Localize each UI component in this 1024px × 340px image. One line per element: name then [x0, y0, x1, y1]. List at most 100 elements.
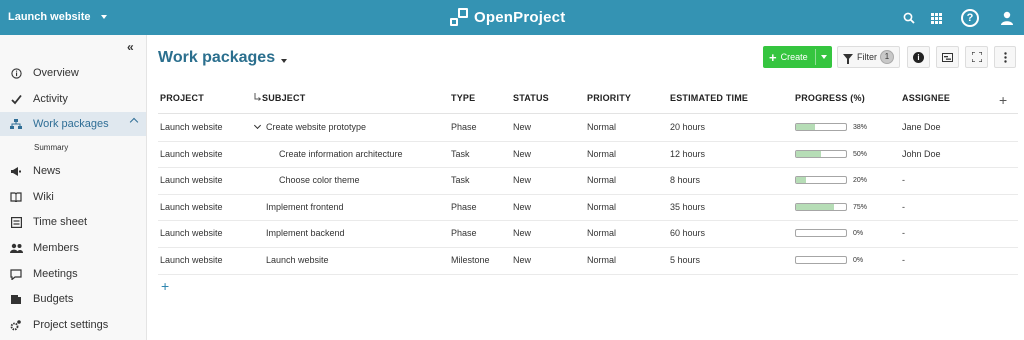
- project-selector[interactable]: Launch website: [8, 11, 107, 23]
- sidebar-subitem-summary[interactable]: Summary: [34, 143, 68, 152]
- sidebar-item-label: Members: [33, 242, 79, 254]
- timesheet-icon: [9, 215, 23, 229]
- sidebar-item-label: Project settings: [33, 319, 109, 331]
- chevron-down-icon[interactable]: [100, 15, 107, 19]
- progress-bar: [795, 176, 847, 185]
- column-header-project[interactable]: PROJECT: [160, 93, 204, 103]
- cell-subject[interactable]: Launch website: [266, 255, 329, 265]
- cell-subject[interactable]: Implement backend: [266, 228, 345, 238]
- apps-grid-icon[interactable]: [926, 8, 946, 28]
- filter-button-label: Filter: [857, 52, 877, 62]
- add-work-package-icon[interactable]: +: [161, 278, 169, 294]
- cell-subject[interactable]: Create information architecture: [279, 149, 403, 159]
- sidebar-item-label: Budgets: [33, 293, 74, 305]
- filter-icon: [843, 54, 853, 64]
- top-header: Launch website OpenProject ?: [0, 0, 1024, 35]
- column-header-assignee[interactable]: ASSIGNEE: [902, 93, 950, 103]
- column-header-progress[interactable]: PROGRESS (%): [795, 93, 865, 103]
- cell-assignee: -: [902, 201, 905, 212]
- fullscreen-icon: [971, 52, 982, 62]
- cell-project: Launch website: [160, 175, 223, 186]
- cell-estimated: 8 hours: [670, 175, 701, 186]
- column-header-status[interactable]: STATUS: [513, 93, 549, 103]
- user-icon[interactable]: [997, 8, 1017, 28]
- budget-icon: [9, 292, 23, 306]
- column-header-priority[interactable]: PRIORITY: [587, 93, 631, 103]
- column-header-estimated-time[interactable]: ESTIMATED TIME: [670, 93, 748, 103]
- sidebar-item-overview[interactable]: Overview: [0, 61, 146, 85]
- cell-status: New: [513, 255, 532, 265]
- progress-fill: [796, 177, 806, 184]
- header-divider: [158, 113, 1018, 114]
- more-vertical-icon: [1003, 51, 1007, 63]
- search-icon[interactable]: [899, 8, 919, 28]
- sidebar-item-label: Wiki: [33, 191, 54, 203]
- progress-percent: 0%: [853, 230, 864, 238]
- sidebar-item-activity[interactable]: Activity: [0, 87, 146, 111]
- button-divider: [815, 49, 816, 65]
- cell-assignee: Jane Doe: [902, 122, 941, 132]
- cell-project: Launch website: [160, 255, 223, 265]
- sidebar-item-wiki[interactable]: Wiki: [0, 185, 146, 209]
- chevron-down-icon[interactable]: [281, 58, 288, 63]
- hierarchy-icon: [9, 117, 23, 131]
- progress-fill: [796, 203, 834, 210]
- project-name[interactable]: Launch website: [8, 11, 91, 23]
- sidebar-item-budgets[interactable]: Budgets: [0, 287, 146, 311]
- cell-assignee: -: [902, 228, 905, 239]
- logo-mark-icon: [450, 8, 468, 26]
- progress-fill: [796, 124, 815, 130]
- create-button[interactable]: + Create: [763, 46, 832, 68]
- cell-estimated: 35 hours: [670, 201, 706, 212]
- cell-subject[interactable]: Choose color theme: [279, 175, 360, 185]
- sidebar-item-news[interactable]: News: [0, 159, 146, 183]
- sidebar-item-work-packages[interactable]: Work packages: [0, 112, 146, 136]
- expand-chevron-icon[interactable]: [253, 121, 262, 130]
- logo-text: OpenProject: [474, 8, 566, 26]
- sidebar-item-members[interactable]: Members: [0, 236, 146, 260]
- row-divider: [158, 220, 1018, 222]
- cell-estimated: 20 hours: [670, 122, 706, 132]
- filter-button[interactable]: Filter 1: [837, 46, 900, 68]
- cell-priority: Normal: [587, 175, 617, 186]
- sidebar-item-meetings[interactable]: Meetings: [0, 262, 146, 286]
- progress-bar: [795, 229, 847, 238]
- progress-percent: 20%: [853, 177, 868, 185]
- chevron-down-icon[interactable]: [821, 55, 827, 59]
- timeline-toggle-button[interactable]: [936, 46, 959, 68]
- cell-assignee: John Doe: [902, 148, 941, 159]
- more-options-button[interactable]: [994, 46, 1016, 68]
- sidebar-item-time-sheet[interactable]: Time sheet: [0, 210, 146, 234]
- cell-priority: Normal: [587, 228, 617, 239]
- cell-subject[interactable]: Create website prototype: [266, 122, 366, 132]
- details-view-button[interactable]: i: [907, 46, 930, 68]
- row-divider: [158, 140, 1018, 142]
- cell-project: Launch website: [160, 228, 223, 239]
- page-title[interactable]: Work packages: [158, 49, 288, 67]
- progress-percent: 38%: [853, 124, 868, 131]
- column-header-type[interactable]: TYPE: [451, 93, 475, 103]
- cell-project: Launch website: [160, 201, 223, 212]
- help-circle: ?: [961, 9, 979, 27]
- help-icon[interactable]: ?: [960, 8, 980, 28]
- chevron-up-icon[interactable]: [129, 117, 139, 127]
- add-column-icon[interactable]: +: [999, 92, 1007, 108]
- collapse-sidebar-icon[interactable]: «: [127, 40, 134, 54]
- cell-subject[interactable]: Implement frontend: [266, 202, 344, 212]
- hierarchy-toggle-icon[interactable]: [254, 93, 262, 104]
- filter-count-badge: 1: [880, 50, 894, 64]
- gear-icon: [9, 318, 23, 332]
- progress-bar: [795, 123, 847, 131]
- sidebar-item-project-settings[interactable]: Project settings: [0, 313, 146, 337]
- cell-status: New: [513, 175, 532, 186]
- openproject-logo[interactable]: OpenProject: [450, 7, 565, 27]
- cell-estimated: 12 hours: [670, 148, 706, 159]
- fullscreen-button[interactable]: [965, 46, 988, 68]
- cell-priority: Normal: [587, 201, 617, 212]
- progress-percent: 0%: [853, 257, 864, 264]
- cell-status: New: [513, 201, 532, 212]
- cell-priority: Normal: [587, 122, 617, 132]
- info-icon: i: [913, 51, 924, 63]
- column-header-subject[interactable]: SUBJECT: [262, 93, 305, 103]
- page-title-text[interactable]: Work packages: [158, 49, 275, 67]
